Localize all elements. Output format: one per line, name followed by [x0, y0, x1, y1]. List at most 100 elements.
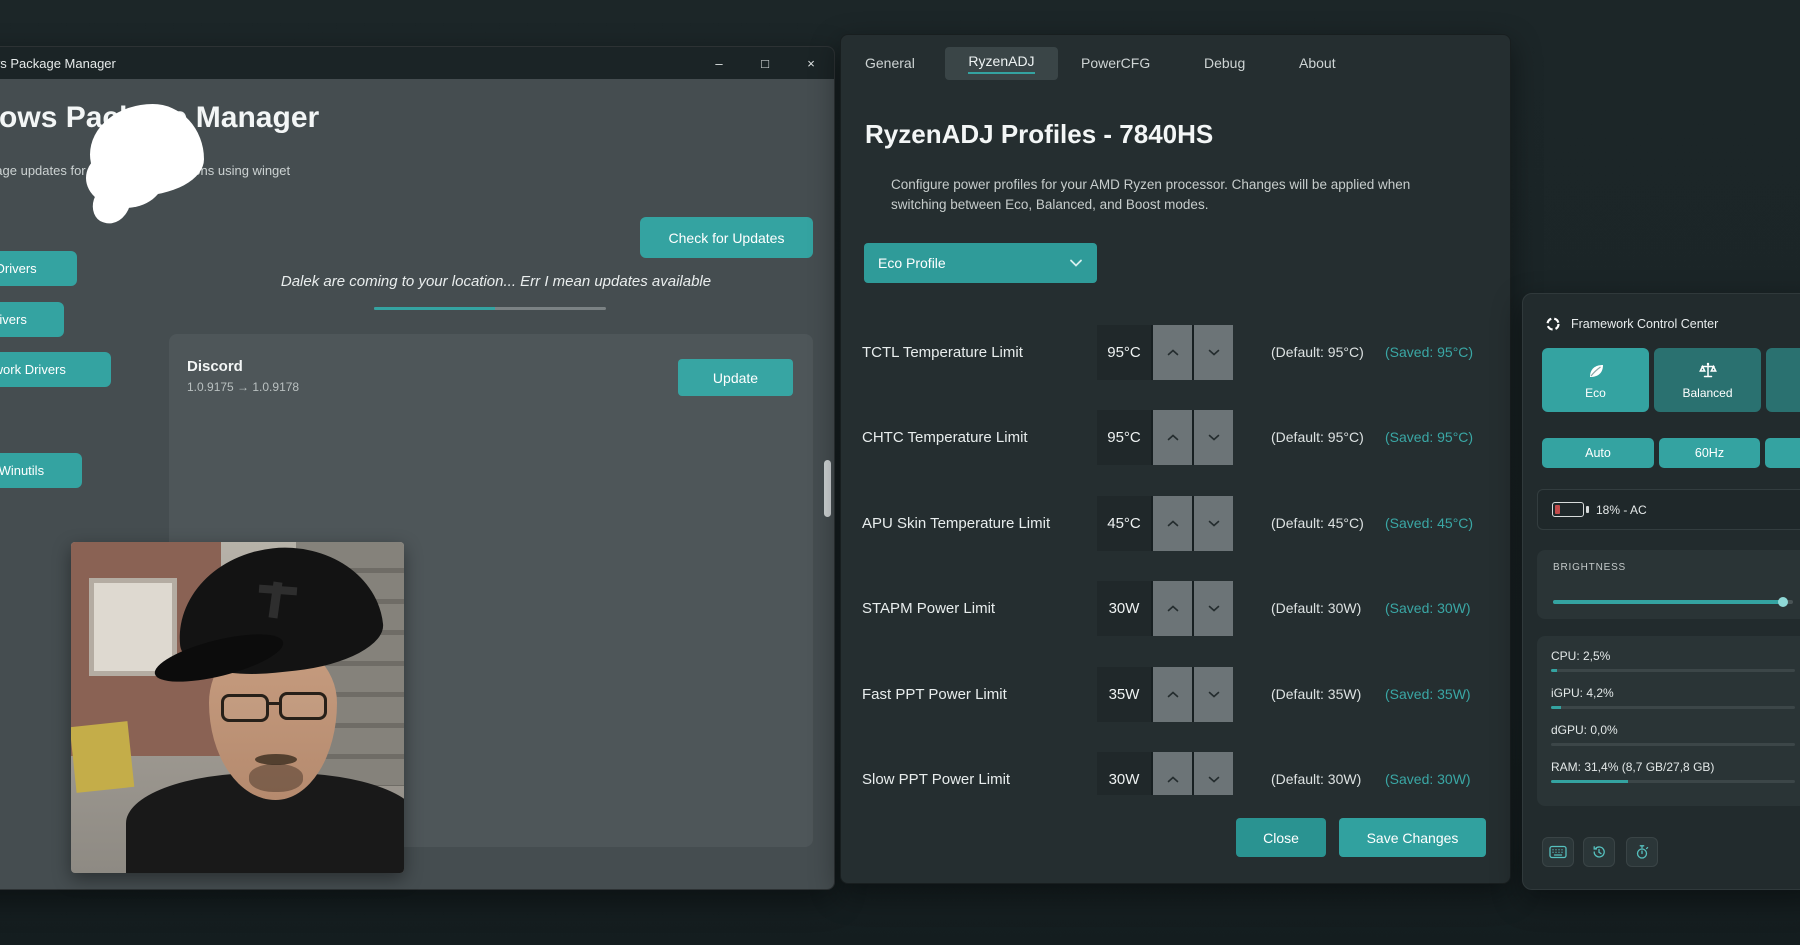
balanced-mode-button[interactable]: Balanced: [1654, 348, 1761, 412]
increment-button[interactable]: [1153, 581, 1192, 636]
brightness-panel: BRIGHTNESS: [1537, 550, 1800, 619]
update-button[interactable]: Update: [678, 359, 793, 396]
saved-value: (Saved: 95°C): [1385, 410, 1473, 465]
tab-ryzenadj-label: RyzenADJ: [968, 53, 1034, 74]
spinner-value: 35W: [1097, 667, 1151, 722]
setting-label: CHTC Temperature Limit: [862, 410, 1028, 465]
leaf-icon: [1586, 361, 1606, 381]
setting-label: STAPM Power Limit: [862, 581, 995, 636]
chevron-down-icon: [1069, 259, 1083, 267]
decrement-button[interactable]: [1194, 667, 1233, 722]
section-title: RyzenADJ Profiles - 7840HS: [865, 119, 1213, 150]
tab-about[interactable]: About: [1299, 55, 1336, 71]
framework-logo-icon: [1545, 316, 1561, 332]
tab-general[interactable]: General: [865, 55, 915, 71]
maximize-button[interactable]: □: [742, 47, 788, 79]
sidebar-button-framework-drivers[interactable]: Framework Drivers: [0, 352, 111, 387]
stat-ram: RAM: 31,4% (8,7 GB/27,8 GB): [1551, 757, 1795, 794]
default-value: (Default: 35W): [1271, 667, 1361, 722]
battery-fill: [1555, 505, 1560, 514]
chevron-down-icon: [1208, 605, 1220, 612]
sidebar-button-amd-drivers[interactable]: AMD Drivers: [0, 302, 64, 337]
stat-bar-fill: [1551, 780, 1628, 783]
decrement-button[interactable]: [1194, 325, 1233, 380]
default-value: (Default: 95°C): [1271, 325, 1364, 380]
scrollbar-thumb[interactable]: [824, 460, 831, 517]
check-for-updates-button[interactable]: Check for Updates: [640, 217, 813, 258]
chevron-down-icon: [1208, 691, 1220, 698]
spinner-value: 30W: [1097, 752, 1151, 795]
minimize-button[interactable]: –: [696, 47, 742, 79]
refresh-button-clipped[interactable]: [1765, 438, 1800, 468]
maximize-icon: □: [761, 56, 769, 71]
increment-button[interactable]: [1153, 667, 1192, 722]
increment-button[interactable]: [1153, 496, 1192, 551]
value-spinner: 30W: [1097, 581, 1233, 636]
profile-dropdown-value: Eco Profile: [878, 255, 946, 271]
increment-button[interactable]: [1153, 752, 1192, 795]
keyboard-button[interactable]: [1542, 837, 1574, 867]
tab-powercfg[interactable]: PowerCFG: [1081, 55, 1150, 71]
increment-button[interactable]: [1153, 410, 1192, 465]
decrement-button[interactable]: [1194, 752, 1233, 795]
auto-refresh-button[interactable]: Auto: [1542, 438, 1654, 468]
page-title: Windows Package Manager: [0, 101, 319, 135]
timer-button[interactable]: [1626, 837, 1658, 867]
page-subtitle: Manage updates for Windows applications …: [0, 163, 290, 178]
tab-ryzenadj[interactable]: RyzenADJ: [945, 47, 1058, 80]
brightness-fill: [1553, 600, 1783, 604]
decrement-button[interactable]: [1194, 496, 1233, 551]
stat-bar: [1551, 780, 1795, 783]
brightness-label: BRIGHTNESS: [1553, 562, 1626, 573]
history-clock-icon: [1591, 844, 1607, 860]
window-title: Windows Package Manager: [0, 56, 116, 71]
setting-label: TCTL Temperature Limit: [862, 325, 1023, 380]
progress-fill: [374, 307, 495, 310]
decrement-button[interactable]: [1194, 410, 1233, 465]
setting-label: Fast PPT Power Limit: [862, 667, 1007, 722]
sidebar-button-intel-drivers[interactable]: Intel Drivers: [0, 251, 77, 286]
setting-row: STAPM Power Limit 30W (Default: 30W) (Sa…: [841, 581, 1512, 636]
balanced-label: Balanced: [1682, 386, 1732, 400]
mode-button-clipped[interactable]: [1766, 348, 1800, 412]
setting-row: Fast PPT Power Limit 35W (Default: 35W) …: [841, 667, 1512, 722]
stat-label: iGPU: 4,2%: [1551, 683, 1795, 703]
stat-label: dGPU: 0,0%: [1551, 720, 1795, 740]
balance-scale-icon: [1698, 361, 1718, 381]
spinner-value: 95°C: [1097, 325, 1151, 380]
framework-control-center: Framework Control Center Eco Balanced Au…: [1522, 293, 1800, 890]
default-value: (Default: 30W): [1271, 752, 1361, 795]
decrement-button[interactable]: [1194, 581, 1233, 636]
history-button[interactable]: [1583, 837, 1615, 867]
chevron-down-icon: [1208, 520, 1220, 527]
saved-value: (Saved: 95°C): [1385, 325, 1473, 380]
value-spinner: 30W: [1097, 752, 1233, 795]
minimize-icon: –: [715, 56, 722, 71]
brightness-slider[interactable]: [1553, 600, 1793, 604]
sidebar-button-ctt-winutils[interactable]: CTT Winutils: [0, 453, 82, 488]
settings-list: TCTL Temperature Limit 95°C (Default: 95…: [841, 303, 1512, 795]
value-spinner: 45°C: [1097, 496, 1233, 551]
spinner-value: 95°C: [1097, 410, 1151, 465]
battery-icon: [1552, 502, 1584, 517]
tab-debug[interactable]: Debug: [1204, 55, 1245, 71]
window-controls: – □ ×: [696, 47, 834, 79]
saved-value: (Saved: 30W): [1385, 752, 1471, 795]
stat-bar-fill: [1551, 669, 1557, 672]
refresh-rate-60hz-button[interactable]: 60Hz: [1659, 438, 1760, 468]
increment-button[interactable]: [1153, 325, 1192, 380]
close-button[interactable]: Close: [1236, 818, 1326, 857]
chevron-up-icon: [1167, 776, 1179, 783]
chevron-down-icon: [1208, 349, 1220, 356]
profile-dropdown[interactable]: Eco Profile: [864, 243, 1097, 283]
close-button[interactable]: ×: [788, 47, 834, 79]
status-message: Dalek are coming to your location... Err…: [206, 273, 786, 290]
chevron-up-icon: [1167, 605, 1179, 612]
save-changes-button[interactable]: Save Changes: [1339, 818, 1486, 857]
stat-igpu: iGPU: 4,2%: [1551, 683, 1795, 720]
value-spinner: 95°C: [1097, 410, 1233, 465]
app-name: Discord: [187, 358, 243, 375]
eco-mode-button[interactable]: Eco: [1542, 348, 1649, 412]
brightness-thumb[interactable]: [1778, 597, 1788, 607]
battery-text: 18% - AC: [1596, 503, 1647, 517]
